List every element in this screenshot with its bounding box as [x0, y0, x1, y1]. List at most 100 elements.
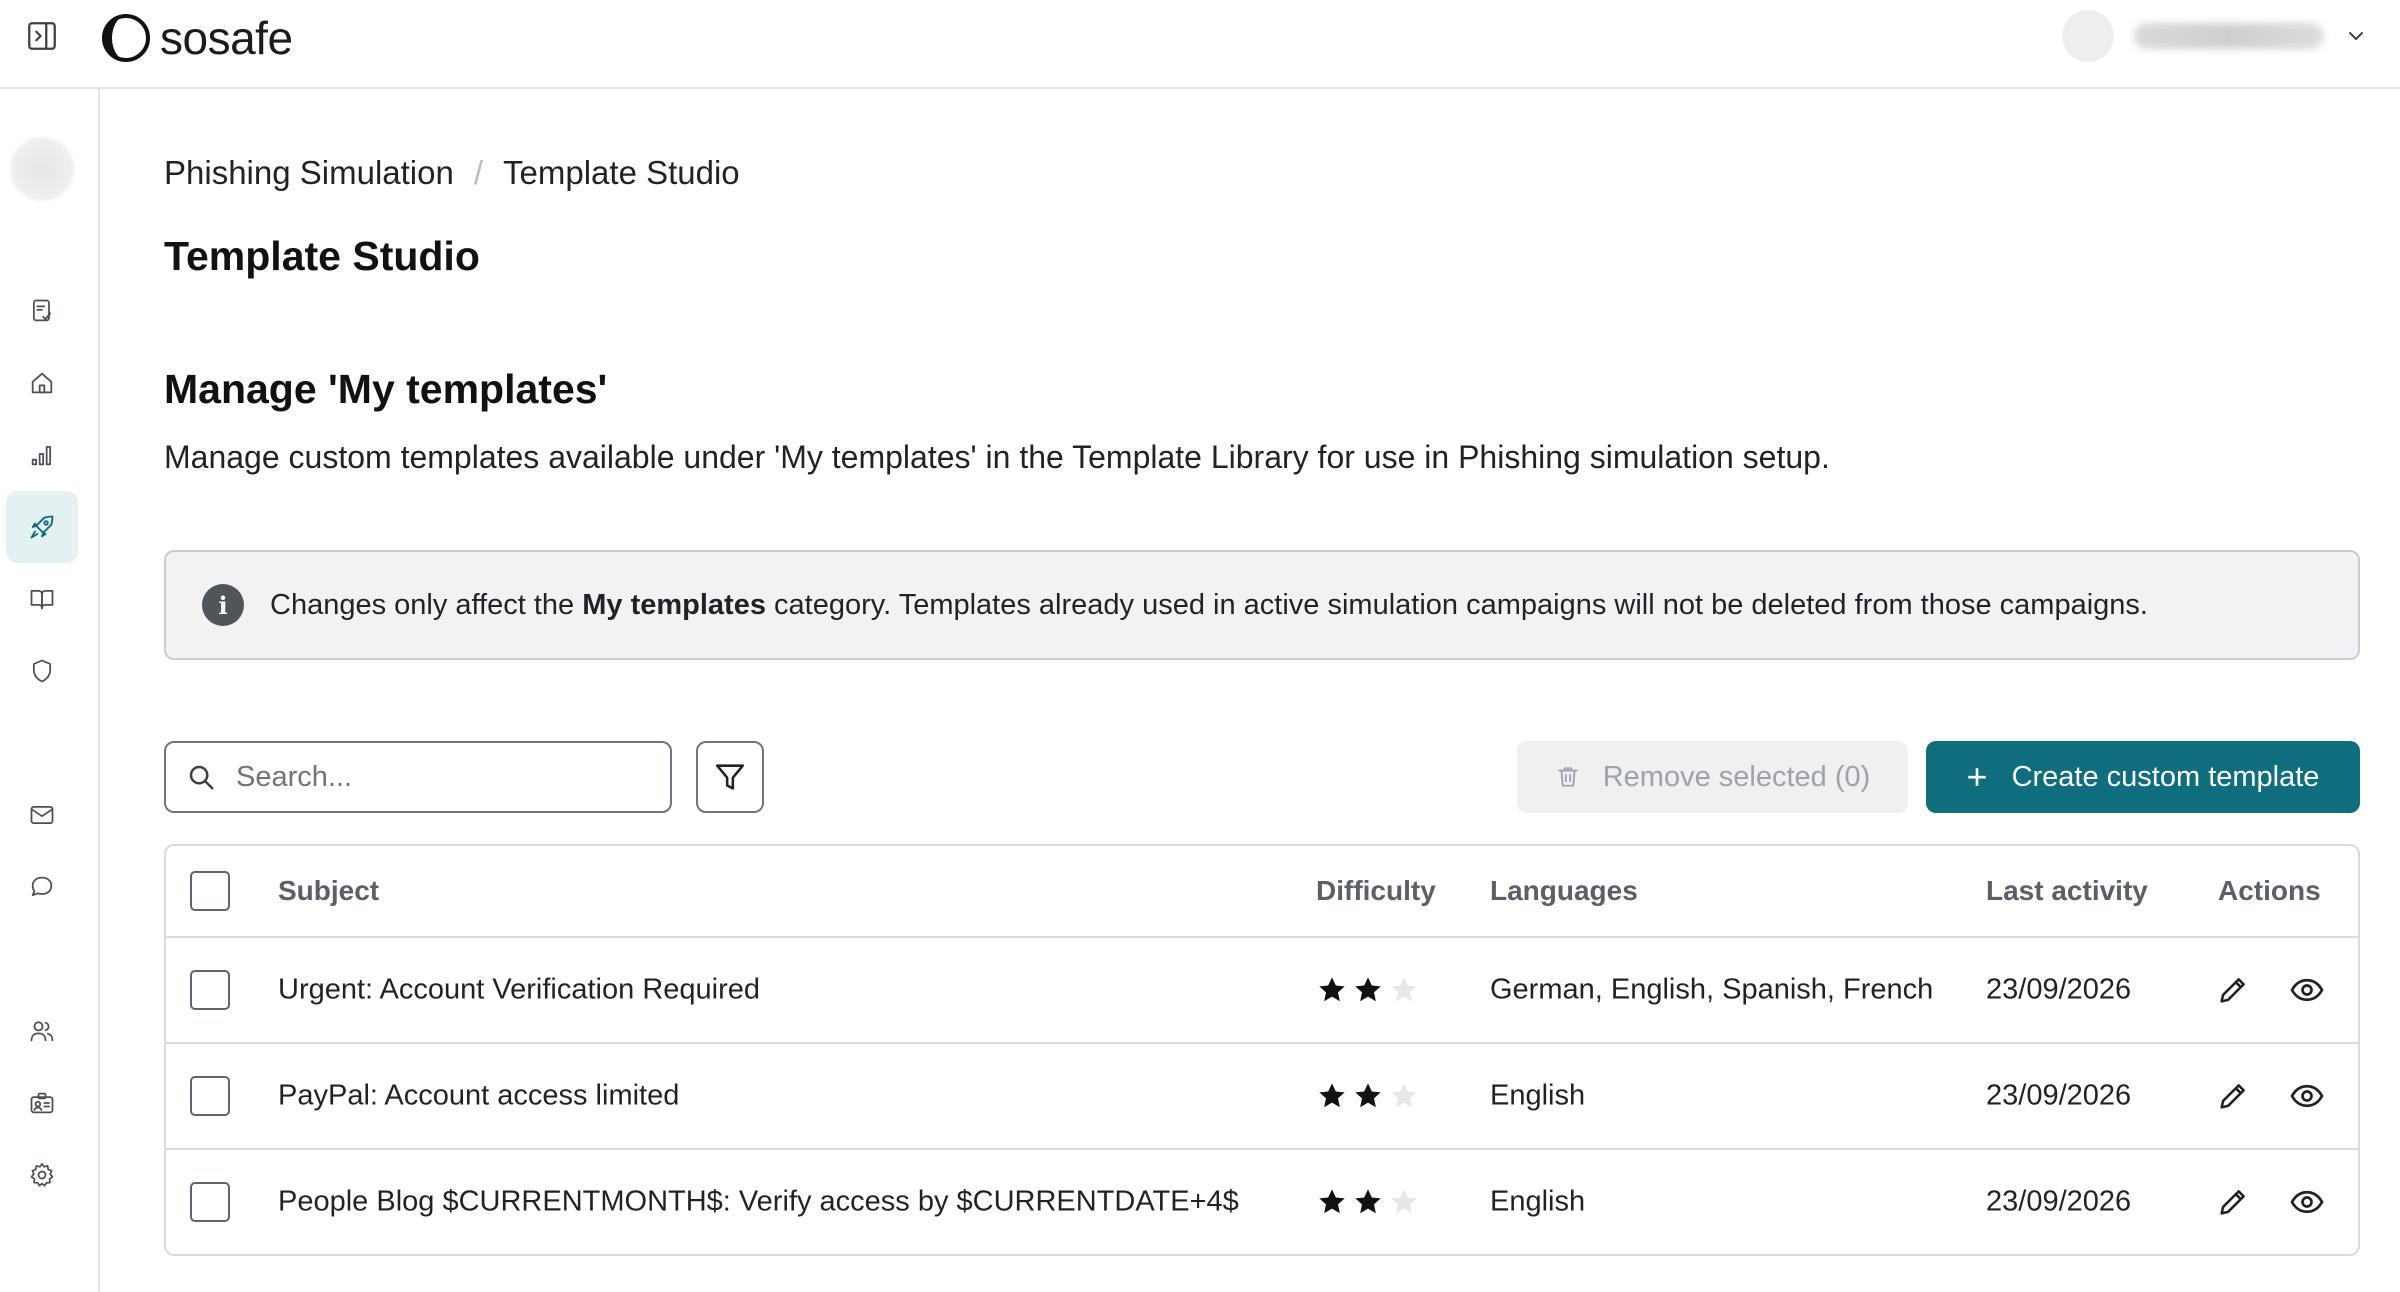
- eye-icon: [2290, 1190, 2324, 1214]
- sidebar-item-organization[interactable]: [6, 1067, 78, 1139]
- sidebar-item-phishing-simulation[interactable]: [6, 491, 78, 563]
- difficulty-stars: [1316, 974, 1420, 1006]
- sosafe-logo-mark-icon: [102, 14, 150, 62]
- column-header-subject[interactable]: Subject: [278, 875, 379, 907]
- difficulty-stars: [1316, 1080, 1420, 1112]
- sidebar-item-users[interactable]: [6, 995, 78, 1067]
- row-last-activity: 23/09/2026: [1986, 1185, 2132, 1218]
- search-field[interactable]: [164, 741, 672, 813]
- column-header-difficulty[interactable]: Difficulty: [1316, 875, 1436, 907]
- breadcrumb-phishing-simulation[interactable]: Phishing Simulation: [164, 154, 454, 192]
- sidebar-item-mail[interactable]: [6, 779, 78, 851]
- sidebar-avatar: [10, 137, 74, 201]
- star-filled-icon: [1355, 1189, 1381, 1214]
- book-icon: [30, 589, 54, 610]
- search-icon: [189, 765, 214, 790]
- gear-icon: [30, 1163, 54, 1187]
- section-description: Manage custom templates available under …: [164, 439, 1830, 475]
- star-filled-icon: [1319, 1083, 1345, 1108]
- plus-icon: +: [1966, 756, 1988, 797]
- sidebar-item-home[interactable]: [6, 347, 78, 419]
- pencil-icon: [2220, 978, 2245, 1003]
- mail-icon: [30, 805, 54, 825]
- users-icon: [30, 1021, 54, 1042]
- row-checkbox[interactable]: [190, 970, 230, 1010]
- row-languages: English: [1490, 1185, 1586, 1218]
- table-row[interactable]: PayPal: Account access limited English 2…: [166, 1042, 2358, 1148]
- table-header-row: Subject Difficulty Languages Last activi…: [166, 846, 2358, 936]
- id-badge-icon: [30, 1092, 54, 1114]
- sidebar-item-analytics[interactable]: [6, 419, 78, 491]
- edit-button[interactable]: [2212, 1075, 2254, 1117]
- info-text-end: category. Templates already used in acti…: [765, 588, 2148, 621]
- row-languages: German, English, Spanish, French: [1490, 973, 1934, 1006]
- sidebar-item-tasks[interactable]: [6, 275, 78, 347]
- chat-bubble-icon: [31, 876, 53, 897]
- row-checkbox[interactable]: [190, 1076, 230, 1116]
- sidebar-item-chat[interactable]: [6, 851, 78, 923]
- row-last-activity: 23/09/2026: [1986, 1079, 2132, 1112]
- user-name-blurred: [2134, 23, 2324, 49]
- clipboard-check-icon: [32, 299, 52, 322]
- edit-button[interactable]: [2212, 1181, 2254, 1223]
- sidebar-item-learning[interactable]: [6, 563, 78, 635]
- row-subject[interactable]: Urgent: Account Verification Required: [278, 974, 760, 1007]
- breadcrumb-current: Template Studio: [503, 154, 740, 191]
- table-row[interactable]: Urgent: Account Verification Required Ge…: [166, 936, 2358, 1042]
- trash-icon: [1558, 767, 1578, 787]
- create-custom-template-button[interactable]: + Create custom template: [1926, 741, 2360, 813]
- info-banner: i Changes only affect the My templates c…: [164, 550, 2360, 660]
- filter-button[interactable]: [696, 741, 764, 813]
- select-all-checkbox[interactable]: [190, 871, 230, 911]
- create-custom-template-label: Create custom template: [2011, 760, 2320, 793]
- rocket-icon: [30, 515, 54, 539]
- bar-chart-icon: [31, 445, 52, 466]
- sidebar-item-settings[interactable]: [6, 1139, 78, 1211]
- info-icon: i: [202, 584, 244, 626]
- star-filled-icon: [1355, 977, 1381, 1002]
- edit-button[interactable]: [2212, 969, 2254, 1011]
- table-row[interactable]: People Blog $CURRENTMONTH$: Verify acces…: [166, 1148, 2358, 1254]
- preview-button[interactable]: [2286, 969, 2328, 1011]
- page-title: Template Studio: [164, 233, 480, 279]
- column-header-actions: Actions: [2218, 875, 2321, 906]
- filter-icon: [715, 764, 745, 790]
- info-text: Changes only affect the My templates cat…: [270, 589, 2148, 622]
- section-title: Manage 'My templates': [164, 366, 608, 412]
- sidebar: [0, 89, 100, 1292]
- breadcrumb: Phishing Simulation / Template Studio: [164, 154, 740, 192]
- preview-button[interactable]: [2286, 1075, 2328, 1117]
- row-languages: English: [1490, 1079, 1586, 1112]
- column-header-languages[interactable]: Languages: [1490, 875, 1638, 907]
- info-text-bold: My templates: [582, 588, 766, 621]
- eye-icon: [2290, 1084, 2324, 1108]
- search-input[interactable]: [236, 760, 656, 794]
- sidebar-toggle-icon[interactable]: [24, 18, 60, 54]
- row-subject[interactable]: PayPal: Account access limited: [278, 1080, 679, 1113]
- star-empty-icon: [1391, 1189, 1417, 1214]
- templates-table: Subject Difficulty Languages Last activi…: [164, 844, 2360, 1256]
- pencil-icon: [2220, 1190, 2245, 1215]
- star-empty-icon: [1391, 1083, 1417, 1108]
- user-menu[interactable]: [2062, 10, 2368, 62]
- difficulty-stars: [1316, 1186, 1420, 1218]
- info-text-start: Changes only affect the: [270, 588, 583, 621]
- top-bar: sosafe: [0, 0, 2400, 89]
- brand-name: sosafe: [160, 12, 293, 64]
- eye-icon: [2290, 978, 2324, 1002]
- remove-selected-button[interactable]: Remove selected (0): [1517, 741, 1908, 813]
- breadcrumb-separator: /: [473, 154, 484, 191]
- shield-icon: [32, 659, 52, 683]
- row-last-activity: 23/09/2026: [1986, 973, 2132, 1006]
- sosafe-logo[interactable]: sosafe: [100, 10, 293, 66]
- preview-button[interactable]: [2286, 1181, 2328, 1223]
- sidebar-item-security[interactable]: [6, 635, 78, 707]
- home-icon: [31, 372, 53, 394]
- avatar: [2062, 10, 2114, 62]
- star-filled-icon: [1319, 977, 1345, 1002]
- pencil-icon: [2220, 1084, 2245, 1109]
- row-checkbox[interactable]: [190, 1182, 230, 1222]
- star-filled-icon: [1319, 1189, 1345, 1214]
- column-header-last-activity[interactable]: Last activity: [1986, 875, 2148, 907]
- row-subject[interactable]: People Blog $CURRENTMONTH$: Verify acces…: [278, 1186, 1239, 1219]
